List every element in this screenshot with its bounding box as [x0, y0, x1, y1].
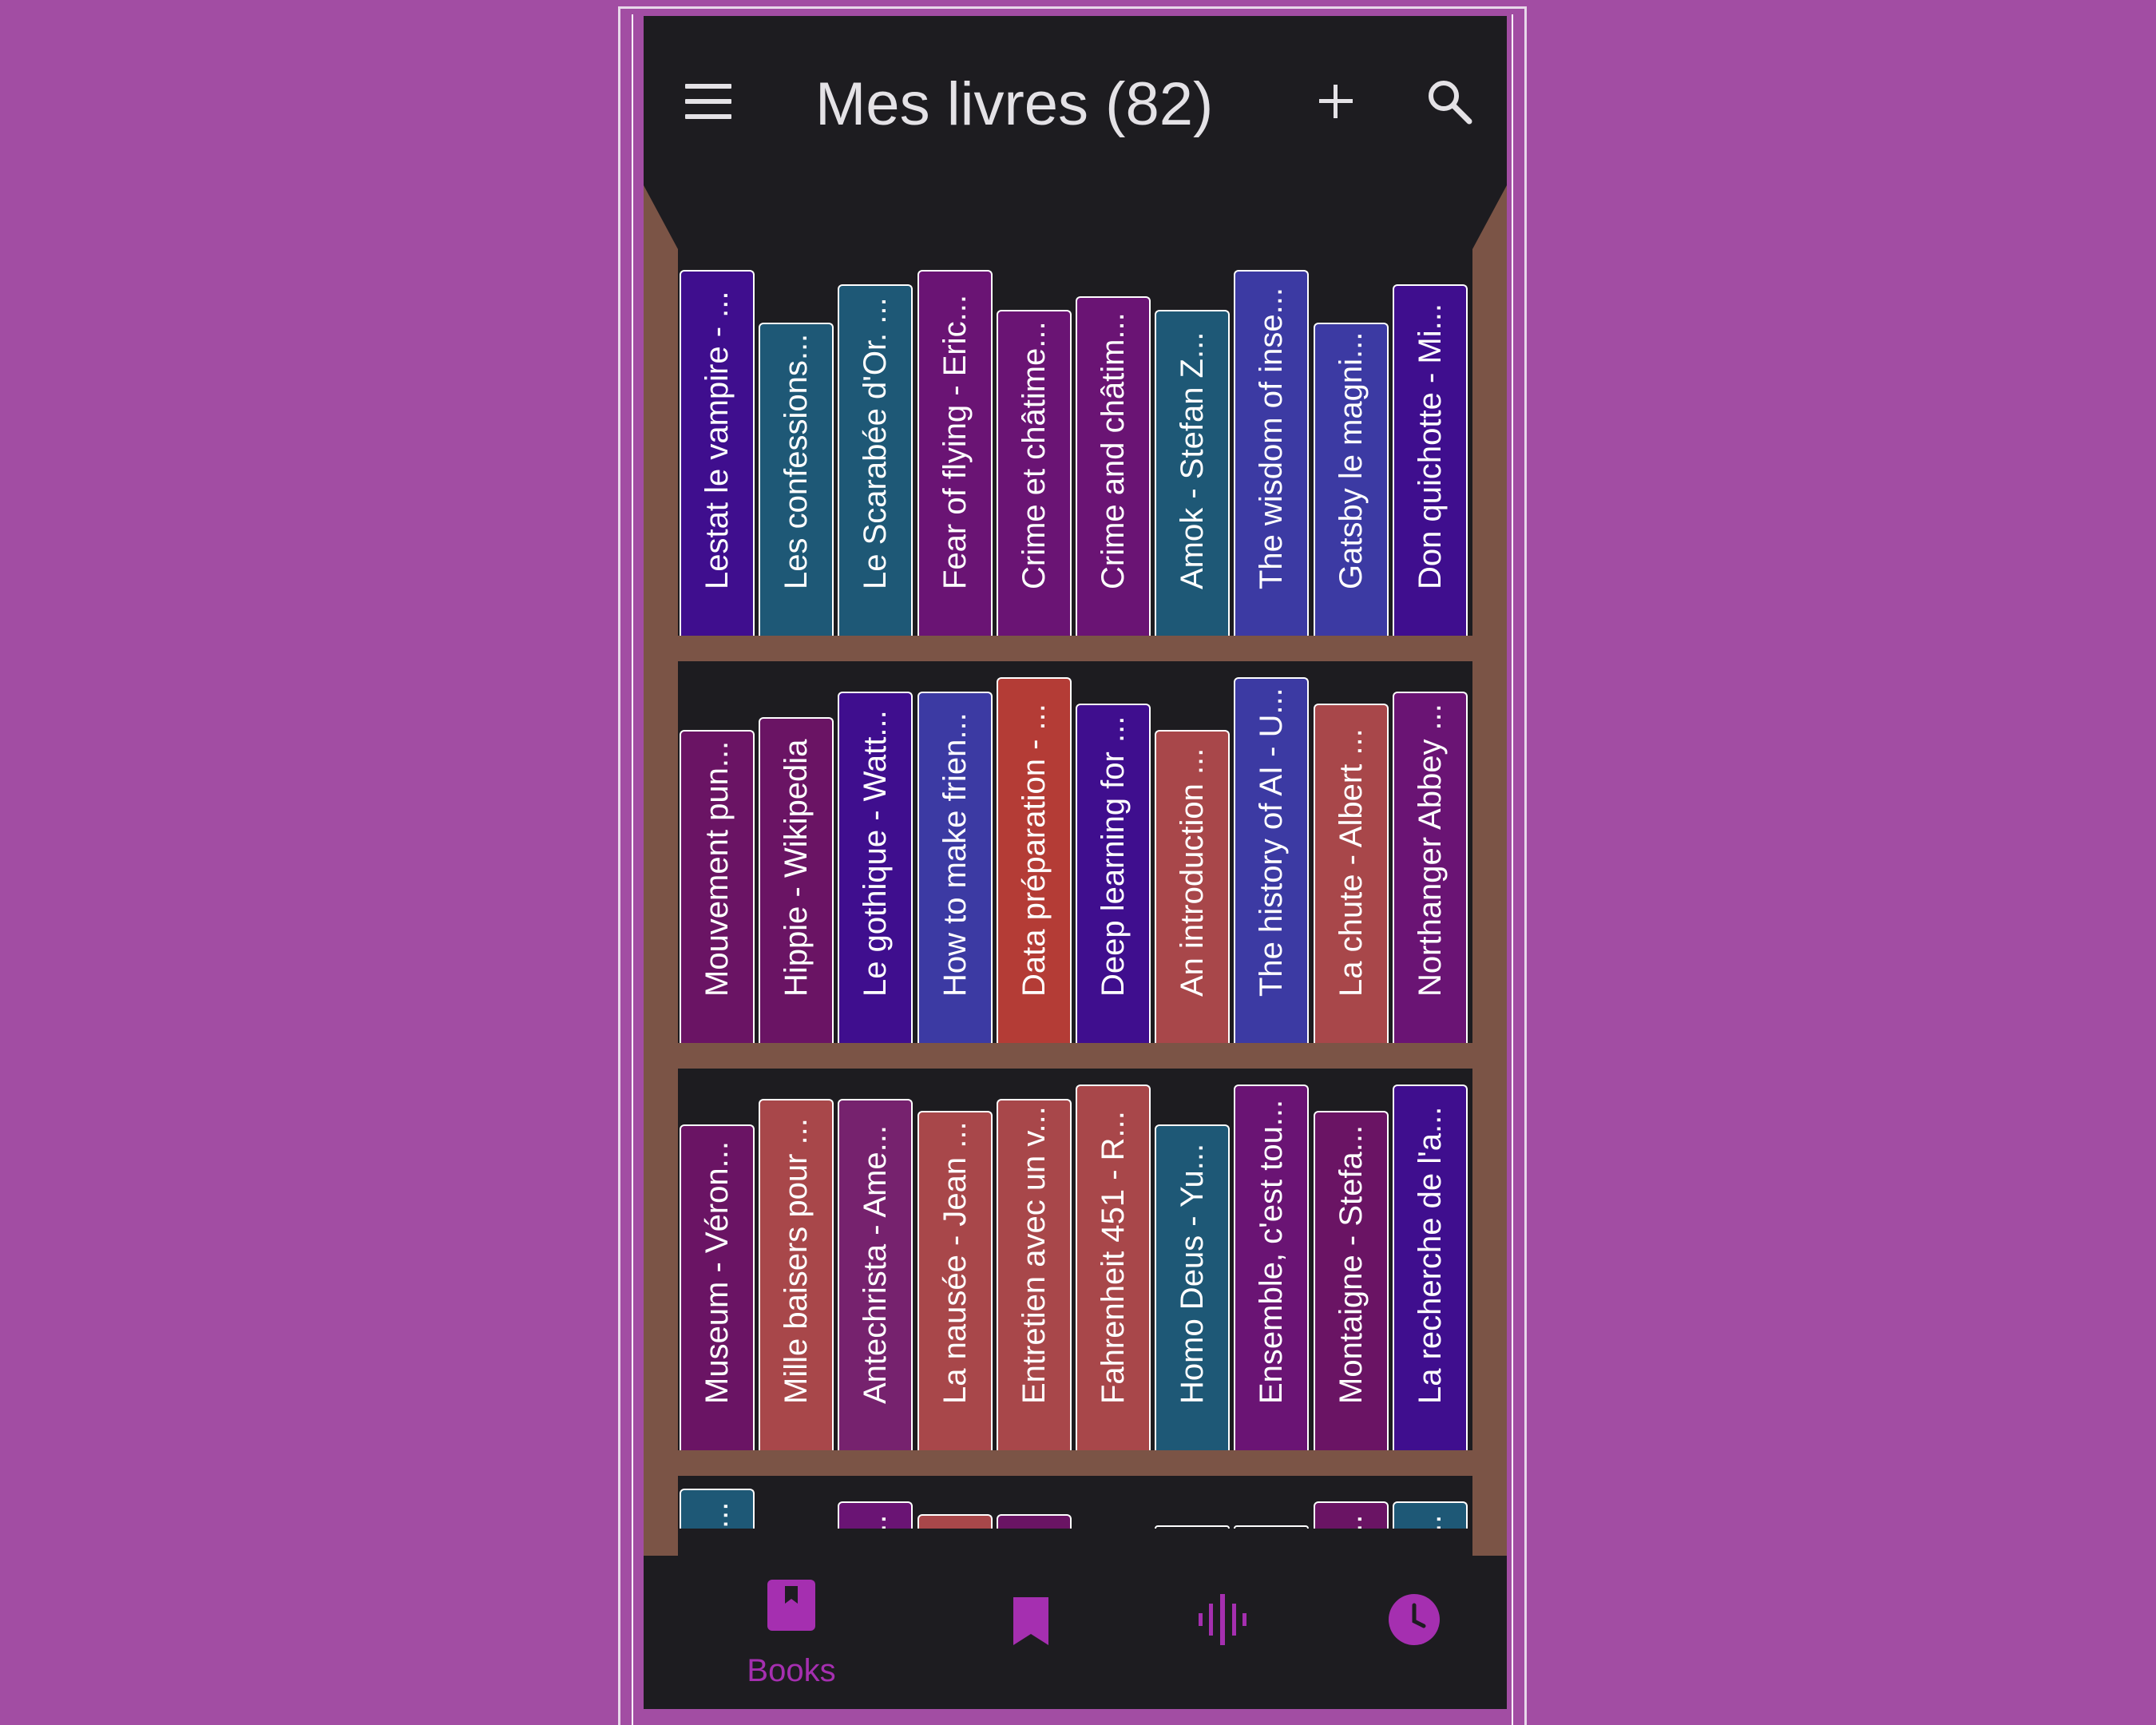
book-spine[interactable]: How to make frien... — [917, 692, 993, 1043]
book-title: Don quichotte - Mi... — [1413, 303, 1448, 589]
book-spine[interactable]: Deep learning for ... — [1076, 704, 1151, 1043]
book-spine[interactable]: Amok - Stefan Z... — [1155, 310, 1230, 636]
shelf-board — [678, 636, 1472, 661]
book-spine[interactable]: Hippie - Wikipedia — [759, 717, 834, 1043]
book-title: The wisdom of inse... — [1254, 288, 1289, 589]
book-title: ... — [858, 1514, 893, 1529]
book-title: ... — [700, 1501, 735, 1529]
shelf-board — [678, 1043, 1472, 1069]
book-title: The history of AI - U... — [1254, 688, 1289, 997]
book-title: Crime and châtim... — [1096, 312, 1131, 589]
book-spine[interactable]: Antechrista - Ame... — [838, 1099, 913, 1450]
book-spine[interactable]: Ensemble, c'est tou... — [1234, 1085, 1309, 1450]
book-icon — [767, 1580, 815, 1631]
book-spine[interactable] — [1155, 1525, 1230, 1529]
clock-icon — [1389, 1594, 1440, 1645]
book-spine[interactable] — [997, 1514, 1072, 1529]
book-spine[interactable]: Homo Deus - Yu... — [1155, 1124, 1230, 1450]
page-title: Mes livres (82) — [815, 70, 1214, 138]
shelf-board — [678, 1450, 1472, 1476]
book-spine[interactable]: Fear of flying - Eric... — [917, 270, 993, 636]
book-spine[interactable]: Don quichotte - Mi... — [1393, 284, 1468, 636]
nav-audio[interactable] — [1175, 1556, 1270, 1709]
book-spine[interactable]: ... — [1314, 1501, 1389, 1529]
add-icon[interactable] — [1313, 78, 1359, 125]
book-spine[interactable]: Montaigne - Stefa... — [1314, 1111, 1389, 1450]
book-title: Fear of flying - Eric... — [937, 295, 973, 589]
book-spine[interactable]: Gatsby le magni... — [1314, 323, 1389, 636]
menu-icon[interactable] — [685, 84, 731, 119]
book-spine[interactable]: Mouvement pun... — [680, 730, 755, 1043]
audio-waveform-icon — [1199, 1594, 1246, 1645]
book-spine[interactable]: An introduction ... — [1155, 730, 1230, 1043]
book-spine[interactable]: Lestat le vampire - ... — [680, 270, 755, 636]
book-title: La recherche de l'a... — [1413, 1106, 1448, 1404]
book-spine[interactable]: Crime et châtime... — [997, 310, 1072, 636]
book-title: Entretien avec un v... — [1017, 1106, 1052, 1404]
nav-books-label: Books — [747, 1653, 836, 1688]
search-icon[interactable] — [1425, 77, 1476, 128]
book-spine[interactable]: The history of AI - U... — [1234, 677, 1309, 1043]
nav-history[interactable] — [1366, 1556, 1462, 1709]
book-title: Lestat le vampire - ... — [700, 291, 735, 589]
book-title: Ensemble, c'est tou... — [1254, 1099, 1289, 1404]
book-title: La nausée - Jean ... — [937, 1121, 973, 1404]
book-spine[interactable] — [1234, 1525, 1309, 1529]
book-spine[interactable]: Le Scarabée d'Or. ... — [838, 284, 913, 636]
book-title: Mille baisers pour ... — [779, 1118, 814, 1404]
book-title: An introduction ... — [1175, 748, 1210, 997]
book-spine[interactable]: ... — [838, 1501, 913, 1529]
book-spine[interactable]: Mille baisers pour ... — [759, 1099, 834, 1450]
book-title: Antechrista - Ame... — [858, 1124, 893, 1404]
book-title: Homo Deus - Yu... — [1175, 1143, 1210, 1404]
shelf-row: Lestat le vampire - ... Les confessions..… — [678, 169, 1472, 636]
book-title: ... — [1413, 1514, 1448, 1529]
book-title: ... — [1334, 1514, 1369, 1529]
nav-books[interactable]: Books — [727, 1556, 855, 1709]
book-spine[interactable]: Data préparation - ... — [997, 677, 1072, 1043]
book-title: Amok - Stefan Z... — [1175, 331, 1210, 589]
book-spine[interactable]: ... — [680, 1489, 755, 1529]
book-title: Hippie - Wikipedia — [779, 739, 814, 997]
bottom-navigation: Books — [644, 1556, 1507, 1709]
shelf-row: ............ — [678, 1476, 1472, 1529]
book-spine[interactable]: Crime and châtim... — [1076, 296, 1151, 636]
book-spine[interactable]: Northanger Abbey ... — [1393, 692, 1468, 1043]
book-title: Gatsby le magni... — [1334, 331, 1369, 589]
nav-bookmarks[interactable] — [983, 1556, 1079, 1709]
book-spine[interactable]: The wisdom of inse... — [1234, 270, 1309, 636]
book-title: Fahrenheit 451 - R... — [1096, 1111, 1131, 1404]
book-spine[interactable]: Fahrenheit 451 - R... — [1076, 1085, 1151, 1450]
book-spine[interactable] — [917, 1514, 993, 1529]
book-title: Northanger Abbey ... — [1413, 704, 1448, 997]
book-title: Les confessions... — [779, 333, 814, 589]
book-spine[interactable]: La nausée - Jean ... — [917, 1111, 993, 1450]
book-spine[interactable]: La recherche de l'a... — [1393, 1085, 1468, 1450]
book-title: Mouvement pun... — [700, 740, 735, 997]
book-spine[interactable]: La chute - Albert ... — [1314, 704, 1389, 1043]
top-app-bar: Mes livres (82) — [644, 16, 1507, 176]
book-title: Museum - Véron... — [700, 1140, 735, 1404]
app-screen: Mes livres (82) Lestat le vampire - ... L… — [644, 16, 1507, 1709]
book-title: Montaigne - Stefa... — [1334, 1124, 1369, 1404]
book-spine[interactable]: ... — [1393, 1501, 1468, 1529]
book-spine[interactable]: Les confessions... — [759, 323, 834, 636]
book-title: Deep learning for ... — [1096, 716, 1131, 997]
book-title: Le gothique - Watt... — [858, 710, 893, 997]
book-title: Data préparation - ... — [1017, 704, 1052, 997]
book-title: Crime et châtime... — [1017, 321, 1052, 589]
book-title: How to make frien... — [937, 712, 973, 997]
book-spine[interactable]: Museum - Véron... — [680, 1124, 755, 1450]
bookshelf: Lestat le vampire - ... Les confessions..… — [644, 169, 1507, 1575]
shelf-row: Mouvement pun... Hippie - Wikipedia Le got… — [678, 661, 1472, 1043]
book-spine[interactable]: Entretien avec un v... — [997, 1099, 1072, 1450]
book-title: Le Scarabée d'Or. ... — [858, 297, 893, 589]
book-spine[interactable]: Le gothique - Watt... — [838, 692, 913, 1043]
bookmark-icon — [1013, 1597, 1048, 1645]
book-title: La chute - Albert ... — [1334, 728, 1369, 997]
shelf-row: Museum - Véron... Mille baisers pour ... A… — [678, 1069, 1472, 1450]
